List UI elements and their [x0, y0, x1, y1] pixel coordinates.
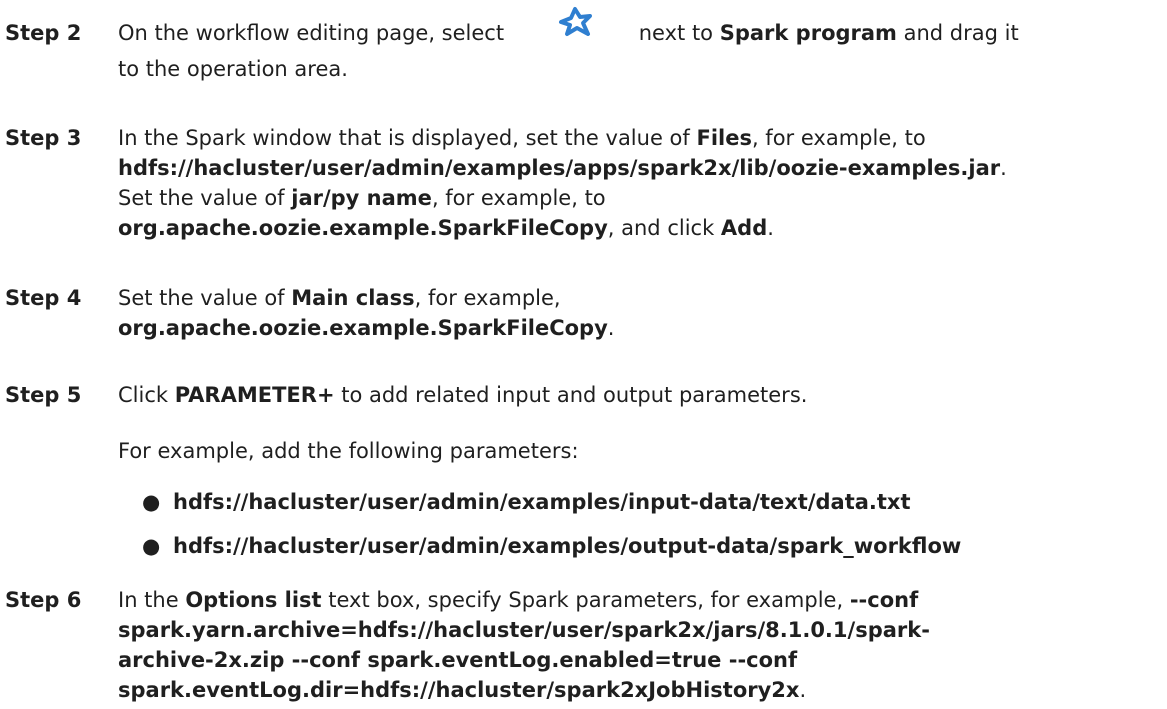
- text-run: Set the value of: [118, 286, 292, 310]
- emphasized-term: --conf: [849, 588, 919, 612]
- step-label: Step 4: [5, 286, 82, 310]
- emphasized-term: Options list: [185, 588, 322, 612]
- emphasized-term: Add: [720, 216, 768, 240]
- emphasized-term: org.apache.oozie.example.SparkFileCopy: [118, 216, 608, 240]
- text-line: org.apache.oozie.example.SparkFileCopy.: [118, 313, 1158, 343]
- emphasized-term: spark.yarn.archive=hdfs://hacluster/user…: [118, 618, 930, 642]
- text-line: Click PARAMETER+ to add related input an…: [118, 380, 1158, 410]
- text-run: and drag it: [896, 21, 1019, 45]
- text-line: hdfs://hacluster/user/admin/examples/app…: [118, 153, 1158, 183]
- text-run: Set the value of: [118, 186, 292, 210]
- text-line: archive-2x.zip --conf spark.eventLog.ena…: [118, 645, 1158, 675]
- text-run: Click: [118, 383, 175, 407]
- step-body: In the Spark window that is displayed, s…: [118, 123, 1158, 243]
- text-run: In the Spark window that is displayed, s…: [118, 126, 697, 150]
- step-body: In the Options list text box, specify Sp…: [118, 585, 1158, 705]
- step-body: Set the value of Main class, for example…: [118, 283, 1158, 343]
- text-run: .: [607, 316, 615, 340]
- parameter-path: hdfs://hacluster/user/admin/examples/inp…: [173, 490, 911, 514]
- step-5-note: For example, add the following parameter…: [118, 439, 579, 463]
- text-run: text box, specify Spark parameters, for …: [321, 588, 850, 612]
- text-line: spark.eventLog.dir=hdfs://hacluster/spar…: [118, 675, 1158, 705]
- text-run: , for example, to: [431, 186, 606, 210]
- text-run: , and click: [607, 216, 721, 240]
- text-run: .: [799, 678, 807, 702]
- emphasized-term: PARAMETER+: [174, 383, 335, 407]
- text-line: In the Options list text box, specify Sp…: [118, 585, 1158, 615]
- text-run: .: [1000, 156, 1007, 180]
- text-run: to the operation area.: [118, 57, 348, 81]
- text-run: On the workflow editing page, select: [118, 21, 511, 45]
- text-line: In the Spark window that is displayed, s…: [118, 123, 1158, 153]
- text-line: On the workflow editing page, select nex…: [118, 7, 1158, 54]
- spark-program-icon: [551, 4, 599, 40]
- text-line: Set the value of jar/py name, for exampl…: [118, 183, 1158, 213]
- emphasized-term: org.apache.oozie.example.SparkFileCopy: [118, 316, 608, 340]
- step-label: Step 3: [5, 126, 82, 150]
- emphasized-term: hdfs://hacluster/user/admin/examples/app…: [118, 156, 1001, 180]
- parameter-path: hdfs://hacluster/user/admin/examples/out…: [173, 534, 962, 558]
- text-line: spark.yarn.archive=hdfs://hacluster/user…: [118, 615, 1158, 645]
- emphasized-term: archive-2x.zip --conf spark.eventLog.ena…: [118, 648, 798, 672]
- text-run: , for example, to: [751, 126, 926, 150]
- step-label: Step 2: [5, 21, 82, 45]
- emphasized-term: jar/py name: [291, 186, 432, 210]
- bullet-icon: ●: [142, 534, 161, 558]
- emphasized-term: spark.eventLog.dir=hdfs://hacluster/spar…: [118, 678, 800, 702]
- emphasized-term: Files: [696, 126, 752, 150]
- text-line: Set the value of Main class, for example…: [118, 283, 1158, 313]
- text-run: to add related input and output paramete…: [334, 383, 808, 407]
- emphasized-term: Main class: [291, 286, 415, 310]
- text-run: In the: [118, 588, 186, 612]
- document-page: Step 2 On the workflow editing page, sel…: [0, 0, 1167, 709]
- text-run: .: [767, 216, 774, 240]
- step-label: Step 5: [5, 383, 82, 407]
- text-line: to the operation area.: [118, 54, 1158, 84]
- step-body: On the workflow editing page, select nex…: [118, 7, 1158, 84]
- text-run: next to: [638, 21, 720, 45]
- emphasized-term: Spark program: [719, 21, 897, 45]
- bullet-icon: ●: [142, 490, 161, 514]
- text-line: org.apache.oozie.example.SparkFileCopy, …: [118, 213, 1158, 243]
- step-label: Step 6: [5, 588, 82, 612]
- text-run: , for example,: [414, 286, 561, 310]
- step-body: Click PARAMETER+ to add related input an…: [118, 380, 1158, 410]
